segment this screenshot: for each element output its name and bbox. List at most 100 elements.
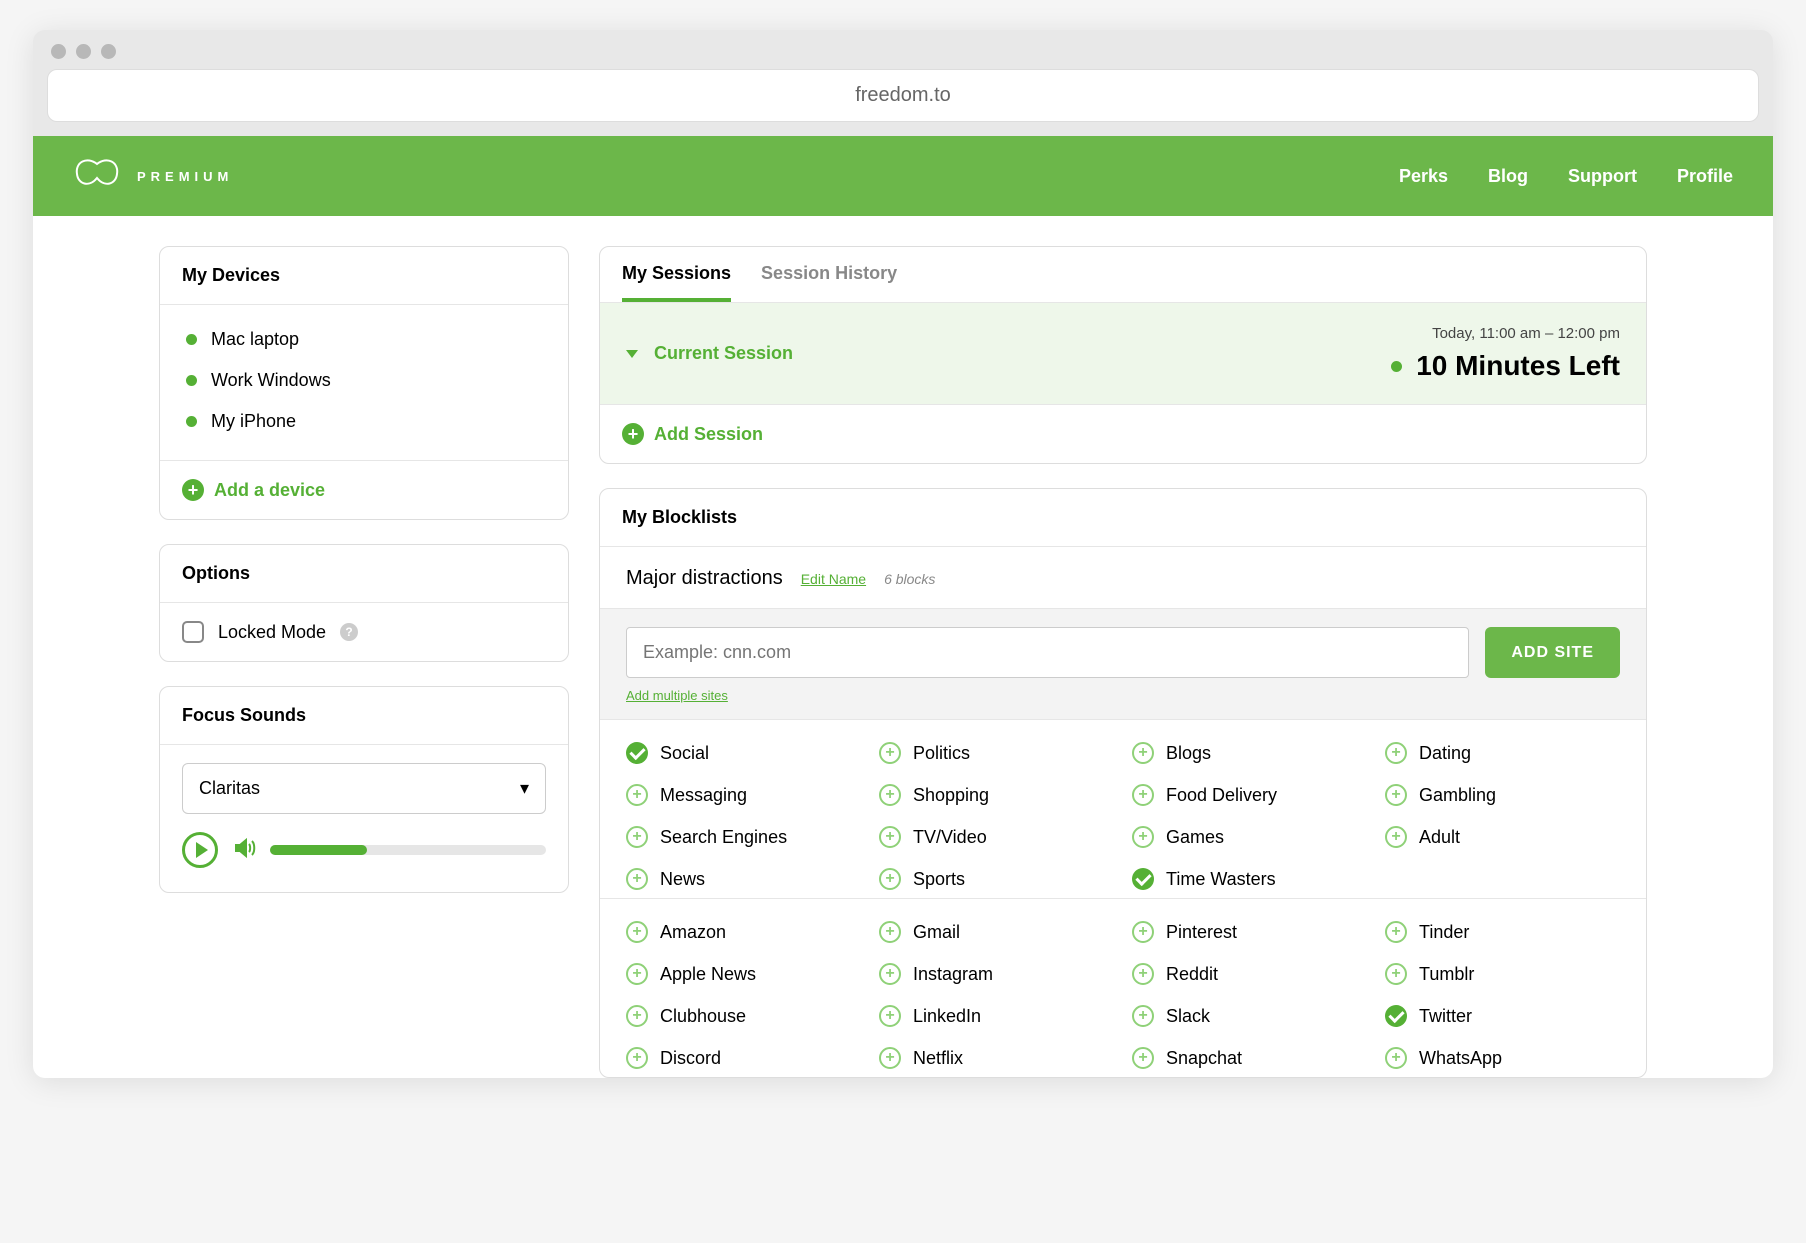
sound-selected-label: Claritas [199,778,260,799]
category-item[interactable]: +TV/Video [879,822,1114,852]
site-item[interactable]: + Amazon [626,917,861,947]
site-label: WhatsApp [1419,1048,1502,1069]
traffic-minimize-icon[interactable] [76,44,91,59]
category-item[interactable]: +Shopping [879,780,1114,810]
play-button[interactable] [182,832,218,868]
category-item[interactable]: Social [626,738,861,768]
chevron-down-icon [626,350,638,358]
site-item[interactable]: + Netflix [879,1043,1114,1073]
site-label: Tinder [1419,922,1469,943]
site-item[interactable]: +Tumblr [1385,959,1620,989]
tab-session-history[interactable]: Session History [761,263,897,302]
add-site-bar: ADD SITE Add multiple sites [600,608,1646,720]
category-item[interactable]: +News [626,864,861,894]
focus-sounds-title: Focus Sounds [160,687,568,745]
locked-mode-label: Locked Mode [218,622,326,643]
add-site-button[interactable]: ADD SITE [1485,627,1620,678]
category-label: Shopping [913,785,989,806]
plus-outline-icon: + [626,784,648,806]
nav-perks[interactable]: Perks [1399,166,1448,187]
category-label: Food Delivery [1166,785,1277,806]
plus-outline-icon: + [1385,963,1407,985]
nav-profile[interactable]: Profile [1677,166,1733,187]
plus-outline-icon: + [626,1047,648,1069]
add-session-button[interactable]: + Add Session [622,423,763,445]
site-item[interactable]: +Clubhouse [626,1001,861,1031]
add-device-button[interactable]: + Add a device [182,479,325,501]
category-item[interactable]: +Blogs [1132,738,1367,768]
topbar: PREMIUM Perks Blog Support Profile [33,136,1773,216]
help-icon[interactable]: ? [340,623,358,641]
site-label: Twitter [1419,1006,1472,1027]
volume-icon[interactable] [232,836,256,865]
add-multiple-link[interactable]: Add multiple sites [626,688,728,703]
category-item[interactable]: +Search Engines [626,822,861,852]
site-item[interactable]: +Instagram [879,959,1114,989]
current-session-row[interactable]: Current Session Today, 11:00 am – 12:00 … [600,303,1646,404]
site-label: Netflix [913,1048,963,1069]
nav-blog[interactable]: Blog [1488,166,1528,187]
edit-name-link[interactable]: Edit Name [801,571,866,587]
category-item[interactable]: +Adult [1385,822,1620,852]
category-item[interactable]: Time Wasters [1132,864,1367,894]
browser-window: freedom.to PREMIUM Perks Blog Support Pr… [33,30,1773,1078]
category-label: Search Engines [660,827,787,848]
top-nav: Perks Blog Support Profile [1399,166,1733,187]
plus-outline-icon: + [626,963,648,985]
status-dot-icon [186,334,197,345]
plus-outline-icon: + [1385,742,1407,764]
category-item[interactable]: +Games [1132,822,1367,852]
site-item[interactable]: +WhatsApp [1385,1043,1620,1073]
site-item[interactable]: +Snapchat [1132,1043,1367,1073]
category-label: Blogs [1166,743,1211,764]
tab-my-sessions[interactable]: My Sessions [622,263,731,302]
category-label: Time Wasters [1166,869,1276,890]
site-label: Discord [660,1048,721,1069]
category-item[interactable]: +Sports [879,864,1114,894]
traffic-zoom-icon[interactable] [101,44,116,59]
options-title: Options [160,545,568,603]
category-item[interactable]: +Dating [1385,738,1620,768]
sessions-card: My Sessions Session History Current Sess… [599,246,1647,464]
site-item[interactable]: +LinkedIn [879,1001,1114,1031]
category-label: TV/Video [913,827,987,848]
plus-outline-icon: + [879,868,901,890]
category-label: Social [660,743,709,764]
traffic-close-icon[interactable] [51,44,66,59]
categories-grid: Social+Politics+Blogs+Dating+Messaging+S… [626,738,1620,894]
site-label: Pinterest [1166,922,1237,943]
plus-outline-icon: + [626,921,648,943]
category-item[interactable]: +Politics [879,738,1114,768]
site-label: Amazon [660,922,726,943]
blocklists-card: My Blocklists Major distractions Edit Na… [599,488,1647,1078]
site-item[interactable]: +Apple News [626,959,861,989]
site-label: Clubhouse [660,1006,746,1027]
site-item[interactable]: Twitter [1385,1001,1620,1031]
check-icon [1132,868,1154,890]
nav-support[interactable]: Support [1568,166,1637,187]
volume-slider[interactable] [270,845,546,855]
locked-mode-checkbox[interactable] [182,621,204,643]
device-row[interactable]: Work Windows [182,360,546,401]
site-input[interactable] [626,627,1469,678]
category-item[interactable]: +Messaging [626,780,861,810]
plus-outline-icon: + [1385,784,1407,806]
site-label: Instagram [913,964,993,985]
category-label: Adult [1419,827,1460,848]
device-row[interactable]: Mac laptop [182,319,546,360]
address-bar[interactable]: freedom.to [47,69,1759,122]
site-item[interactable]: +Gmail [879,917,1114,947]
app-root: PREMIUM Perks Blog Support Profile My De… [33,136,1773,1078]
site-item[interactable]: +Pinterest [1132,917,1367,947]
site-item[interactable]: +Tinder [1385,917,1620,947]
blocklists-title: My Blocklists [600,489,1646,547]
site-item[interactable]: + Discord [626,1043,861,1073]
category-item[interactable]: +Food Delivery [1132,780,1367,810]
device-row[interactable]: My iPhone [182,401,546,442]
plus-outline-icon: + [879,1047,901,1069]
sound-select[interactable]: Claritas ▾ [182,763,546,814]
category-item[interactable]: +Gambling [1385,780,1620,810]
site-item[interactable]: +Slack [1132,1001,1367,1031]
session-schedule: Today, 11:00 am – 12:00 pm [1391,325,1620,342]
site-item[interactable]: +Reddit [1132,959,1367,989]
